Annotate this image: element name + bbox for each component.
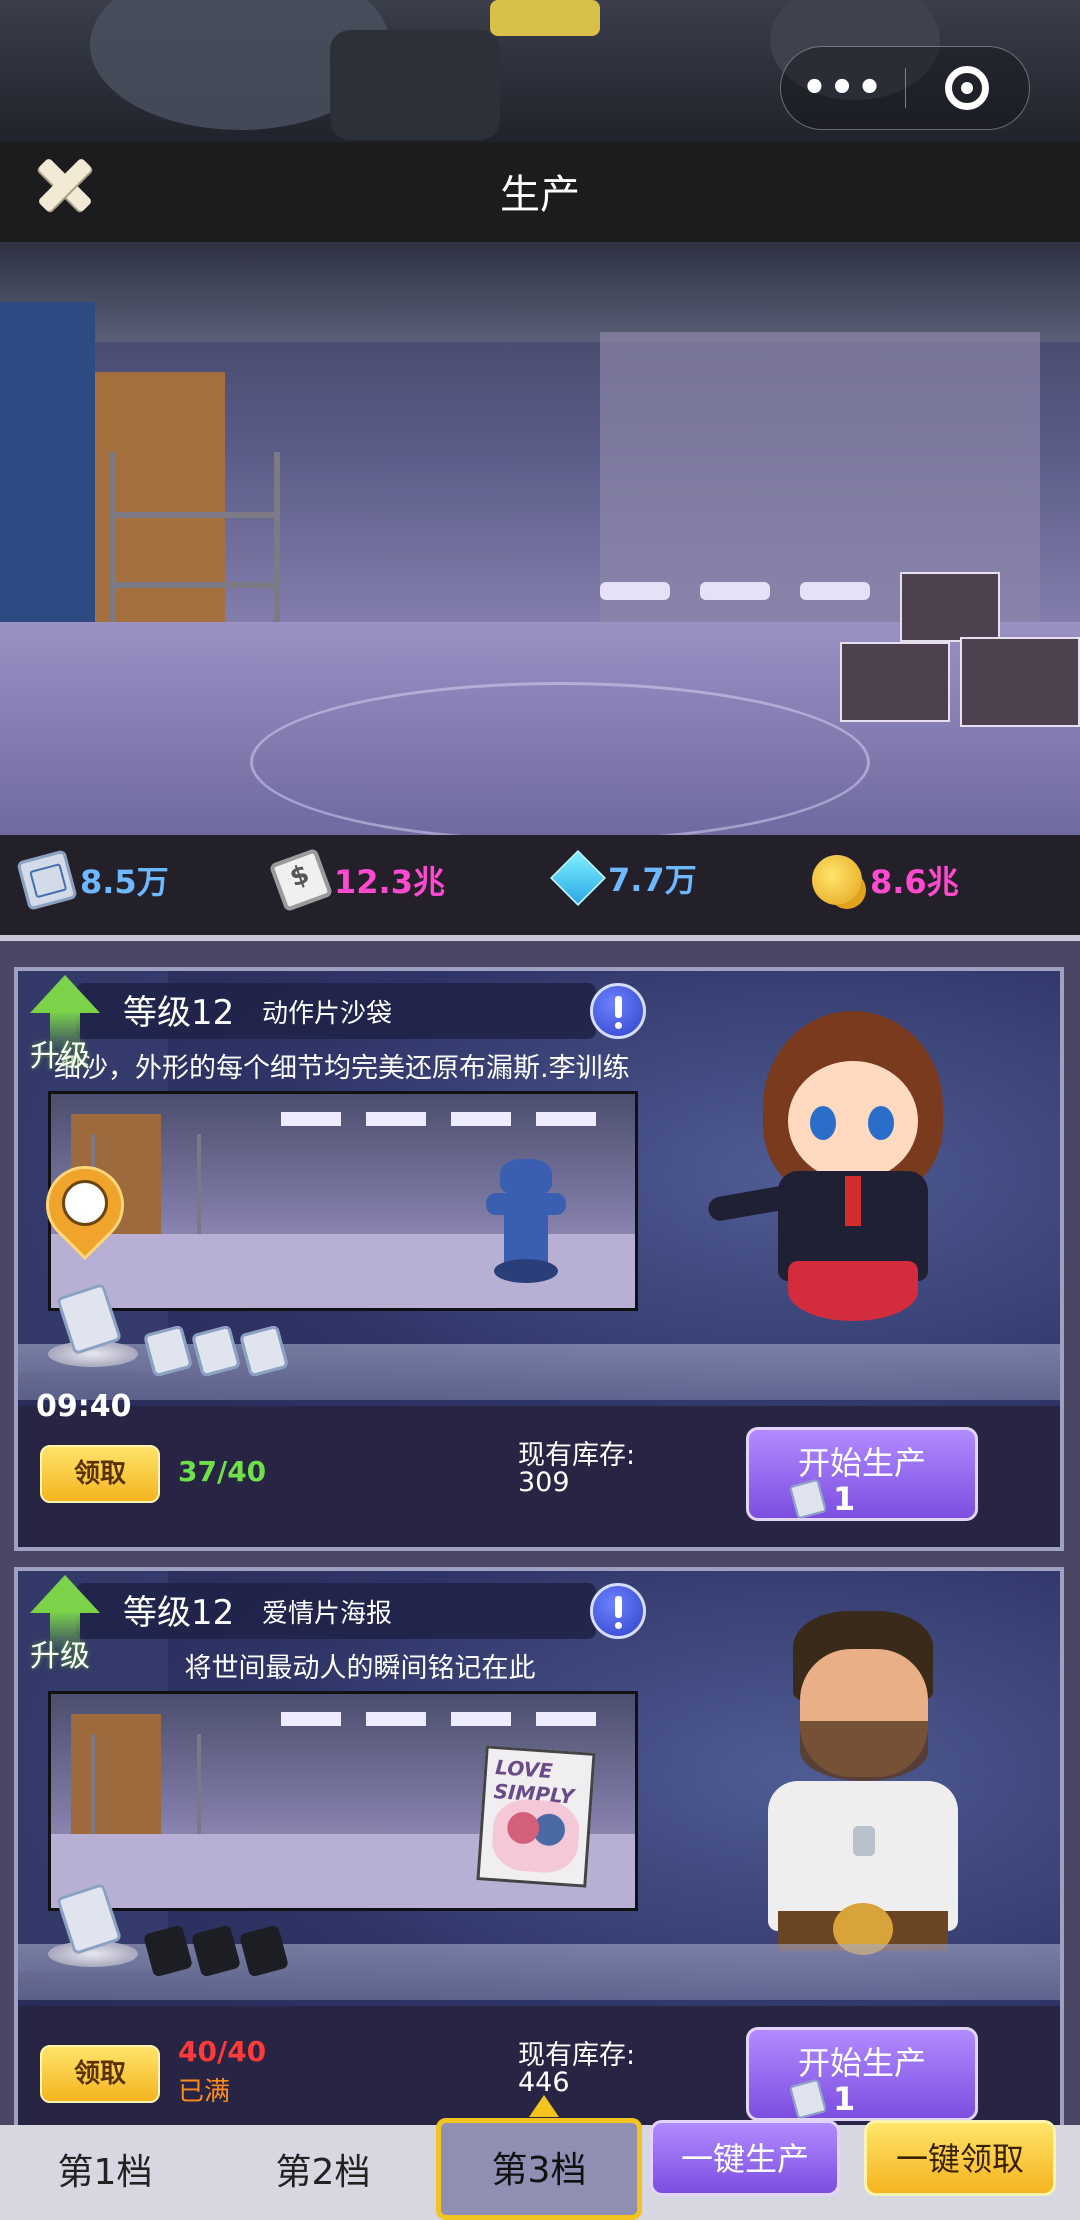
product-name: 动作片沙袋 (262, 999, 393, 1029)
crate (840, 642, 950, 722)
diamond-icon (549, 849, 607, 907)
capacity-count: 40/40 (178, 2035, 267, 2068)
resource-diamonds: 7.7万 (549, 849, 697, 907)
capacity-count: 37/40 (178, 1455, 267, 1488)
capacity-status: 已满 (178, 2077, 231, 2107)
product-scene: LOVE SIMPLY (48, 1691, 638, 1911)
more-dots-icon[interactable]: ••• (781, 65, 905, 111)
production-list: 等级12 动作片沙袋 细沙，外形的每个细节均完美还原布漏斯.李训练 升级 09:… (0, 935, 1080, 2151)
resource-value: 8.5万 (80, 863, 169, 901)
factory-banner-image (0, 242, 1080, 835)
blueprint-icon (789, 2078, 827, 2120)
upgrade-label[interactable]: 升级 (30, 1631, 90, 1675)
production-cost: 1 (833, 2080, 856, 2118)
miniprogram-capsule: ••• (780, 46, 1030, 130)
claim-all-button[interactable]: 一键领取 (864, 2120, 1056, 2196)
production-card: 等级12 动作片沙袋 细沙，外形的每个细节均完美还原布漏斯.李训练 升级 09:… (14, 967, 1064, 1551)
upgrade-label[interactable]: 升级 (30, 1031, 90, 1075)
scene-shape (330, 30, 500, 140)
target-circle-icon[interactable] (906, 66, 1029, 110)
level-label: 等级12 (123, 993, 235, 1033)
girl-character-image (706, 1011, 978, 1341)
resource-value: 12.3兆 (334, 863, 445, 901)
resource-gold: 8.6兆 (812, 855, 959, 905)
production-cost: 1 (833, 1480, 856, 1518)
resource-blueprints: 8.5万 (16, 849, 169, 911)
resource-value: 8.6兆 (870, 863, 959, 901)
product-scene (48, 1091, 638, 1311)
gold-coins-icon (812, 855, 862, 905)
love-poster-icon: LOVE SIMPLY (476, 1745, 596, 1888)
start-production-button[interactable]: 开始生产 1 (746, 1427, 978, 1521)
start-production-label: 开始生产 (797, 2044, 926, 2082)
crate (900, 572, 1000, 642)
produce-all-button[interactable]: 一键生产 (650, 2120, 840, 2196)
stock-value: 309 (518, 1467, 570, 1498)
floor-marking (250, 682, 870, 835)
ceiling-light (800, 582, 870, 600)
ceiling-light (600, 582, 670, 600)
start-production-label: 开始生产 (797, 1444, 926, 1482)
cash-icon (268, 847, 334, 913)
tab-tier-3[interactable]: 第3档 (436, 2095, 642, 2220)
production-timer: 09:40 (36, 1389, 132, 1424)
stock-value: 446 (518, 2067, 570, 2098)
blue-container (0, 302, 95, 662)
info-exclamation-icon[interactable] (590, 983, 646, 1039)
blueprint-icon (16, 849, 78, 911)
claim-button[interactable]: 领取 (40, 2045, 160, 2103)
resource-value: 7.7万 (608, 861, 697, 899)
product-name: 爱情片海报 (262, 1599, 393, 1629)
production-card: 等级12 爱情片海报 将世间最动人的瞬间铭记在此 升级 LOVE SIMPLY … (14, 1567, 1064, 2151)
tab-tier-1[interactable]: 第1档 (10, 2125, 200, 2220)
page-title: 生产 (500, 172, 580, 218)
tab-tier-2[interactable]: 第2档 (228, 2125, 418, 2220)
crate (960, 637, 1080, 727)
ceiling-light (700, 582, 770, 600)
product-description: 细沙，外形的每个细节均完美还原布漏斯.李训练 (54, 1053, 630, 1084)
resource-cash: 12.3兆 (268, 847, 445, 913)
scene-shape (490, 0, 600, 36)
punching-bag-icon (486, 1159, 566, 1284)
level-label: 等级12 (123, 1593, 235, 1633)
info-exclamation-icon[interactable] (590, 1583, 646, 1639)
blueprint-icon (789, 1478, 827, 1520)
stopwatch-pin-icon (29, 1149, 141, 1266)
top-scene-strip: ••• (0, 0, 1080, 142)
hero-character-image (738, 1611, 998, 1955)
product-description: 将世间最动人的瞬间铭记在此 (184, 1653, 536, 1684)
banner-roof (0, 242, 1080, 342)
claim-button[interactable]: 领取 (40, 1445, 160, 1503)
start-production-button[interactable]: 开始生产 1 (746, 2027, 978, 2121)
